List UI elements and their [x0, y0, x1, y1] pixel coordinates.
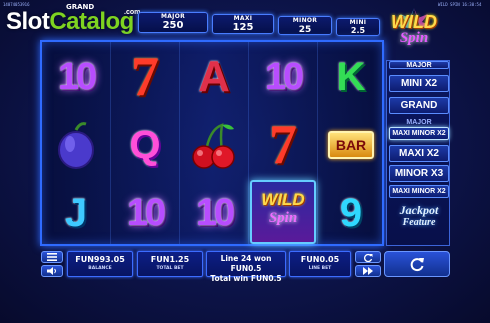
feature-item-highlight: MAXI MINOR X2	[389, 127, 449, 140]
symbol-ten: 10	[195, 191, 235, 234]
jackpot-feature-panel: MAJOR MINI X2 GRAND MAJOR MAXI MINOR X2 …	[386, 60, 450, 246]
plum-icon	[58, 122, 94, 169]
feature-item: MINOR X3	[389, 165, 449, 182]
total-bet-label: TOTAL BET	[156, 266, 184, 271]
balance-panel: FUN993.05 BALANCE	[67, 251, 133, 277]
jackpot-feature-subtitle: Feature	[402, 217, 436, 228]
speaker-icon	[47, 267, 56, 275]
game-logo: WILD Spin	[384, 6, 444, 54]
spin-icon	[410, 258, 424, 272]
bar-label: BAR	[327, 131, 375, 159]
feature-item: MAXI X2	[389, 145, 449, 162]
cherry-icon	[192, 123, 235, 169]
watermark-text-b: Catalog	[49, 8, 134, 35]
symbol-wild: WILD Spin	[250, 180, 316, 244]
feature-item: GRAND	[389, 97, 449, 114]
balance-label: BALANCE	[88, 266, 112, 271]
line-bet-panel[interactable]: FUN0.05 LINE BET	[289, 251, 351, 277]
feature-item: MAJOR	[406, 119, 432, 126]
symbol-ten: 10	[264, 55, 304, 98]
menu-icon	[47, 253, 57, 261]
symbol-seven: 7	[269, 114, 297, 176]
wild-text: WILD	[261, 190, 305, 209]
total-bet-panel[interactable]: FUN1.25 TOTAL BET	[137, 251, 203, 277]
game-time: WILD SPIN 16:30:54	[438, 2, 482, 7]
jackpot-mini: MINI 2.5	[336, 18, 380, 36]
turbo-button[interactable]	[355, 265, 381, 277]
symbol-nine: 9	[339, 190, 363, 235]
jackpot-mini-label: MINI	[349, 19, 367, 26]
menu-button[interactable]	[41, 251, 63, 263]
refresh-icon	[364, 253, 373, 262]
logo-spin-text: Spin	[399, 30, 429, 46]
symbol-ten: 10	[57, 55, 97, 98]
jackpot-minor-value: 25	[298, 25, 312, 35]
symbol-plum	[42, 112, 110, 178]
jackpot-major: MAJOR 250	[138, 12, 208, 33]
watermark-text-a: Slot	[6, 8, 50, 35]
jackpot-major-value: 250	[162, 20, 184, 31]
jackpot-grand-label: GRAND	[66, 3, 95, 11]
symbol-a: A	[198, 52, 230, 101]
jackpot-major-label: MAJOR	[160, 13, 186, 20]
feature-item: MAJOR	[389, 61, 449, 69]
symbol-ten: 10	[126, 191, 166, 234]
win-line-text: Line 24 won FUN0.5	[220, 254, 272, 273]
wild-spin-text: Spin	[268, 210, 298, 226]
symbol-k: K	[336, 54, 366, 99]
feature-item: MINI X2	[389, 75, 449, 92]
symbol-cherry	[180, 112, 248, 178]
symbol-bar: BAR	[318, 112, 384, 178]
jackpot-maxi-label: MAXI	[233, 15, 253, 22]
autoplay-button[interactable]	[355, 251, 381, 263]
watermark: SlotCatalog	[6, 8, 134, 36]
session-id: 14074053916	[3, 2, 30, 7]
symbol-q: Q	[129, 122, 161, 167]
total-win-text: Total win FUN0.5	[210, 274, 282, 283]
jackpot-minor-label: MINOR	[292, 17, 318, 24]
line-bet-label: LINE BET	[308, 266, 332, 271]
symbol-j: J	[64, 190, 88, 235]
jackpot-mini-value: 2.5	[350, 26, 366, 35]
spin-button[interactable]	[384, 251, 450, 277]
jackpot-maxi: MAXI 125	[212, 14, 274, 34]
jackpot-maxi-value: 125	[232, 22, 254, 33]
balance-value: FUN993.05	[75, 255, 125, 264]
jackpot-feature-title: Jackpot	[399, 203, 439, 217]
feature-item: MAXI MINOR X2	[389, 185, 449, 198]
fast-forward-icon	[363, 267, 373, 275]
symbol-seven: 7	[131, 46, 159, 108]
total-bet-value: FUN1.25	[150, 255, 190, 264]
reels-area[interactable]: 10 J 7 Q 10 A 10 10 7 WILD Spin K BAR 9	[40, 40, 384, 246]
jackpot-minor: MINOR 25	[278, 16, 332, 35]
win-message-panel: Line 24 won FUN0.5 Total win FUN0.5	[206, 251, 286, 283]
line-bet-value: FUN0.05	[300, 255, 340, 264]
sound-button[interactable]	[41, 265, 63, 277]
